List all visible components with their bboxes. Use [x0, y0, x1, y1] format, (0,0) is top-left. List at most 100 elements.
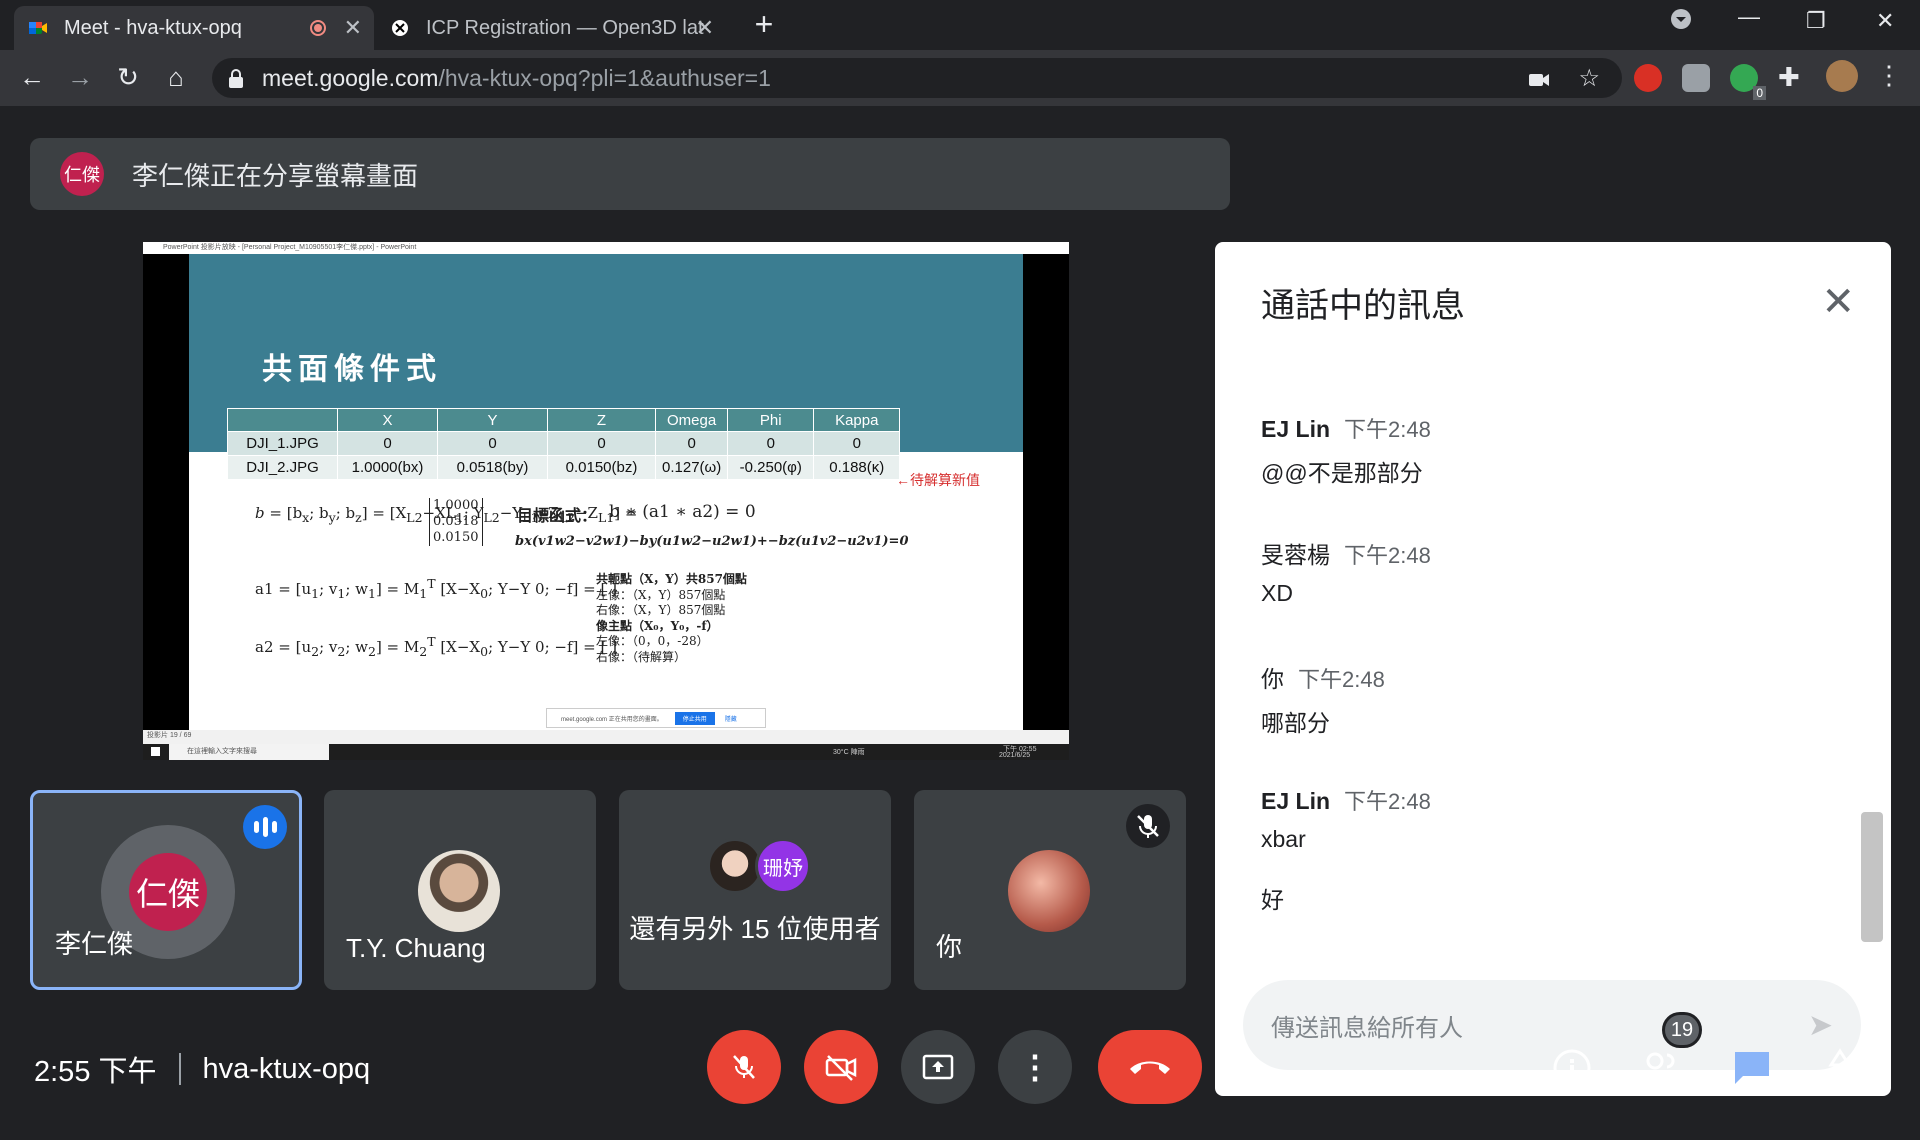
adblock-icon[interactable]	[1634, 64, 1662, 92]
presentation-banner-text: 李仁傑正在分享螢幕畫面	[132, 160, 419, 191]
chat-icon	[1735, 1052, 1769, 1084]
objective-label: 目標函式：	[517, 506, 598, 525]
url-host: meet.google.com	[262, 64, 439, 91]
presenter-avatar: 仁傑	[60, 152, 104, 196]
table-note: ←待解算新值	[896, 472, 980, 488]
message-sender: 旻蓉楊	[1261, 542, 1330, 568]
camera-icon[interactable]	[1528, 68, 1550, 95]
current-time: 2:55 下午	[34, 1056, 157, 1088]
table-cell: 0	[437, 431, 548, 456]
profile-avatar[interactable]	[1826, 60, 1858, 92]
b-value: 1.0000	[433, 498, 479, 513]
participant-name: 李仁傑	[55, 929, 134, 959]
home-icon[interactable]: ⌂	[160, 62, 192, 93]
google-meet-icon	[28, 18, 48, 38]
open3d-icon	[390, 18, 410, 38]
participant-tile-presenter[interactable]: 仁傑 李仁傑	[30, 790, 302, 990]
minimize-icon[interactable]: —	[1738, 4, 1760, 30]
browser-menu-icon[interactable]: ⋮	[1876, 60, 1904, 90]
recording-icon	[310, 20, 326, 36]
hide-button[interactable]: 隱藏	[725, 714, 737, 723]
participant-tile-others[interactable]: 珊妤 還有另外 15 位使用者	[619, 790, 891, 990]
table-header-row: X Y Z Omega Phi Kappa	[227, 408, 901, 432]
close-icon[interactable]: ✕	[1821, 282, 1855, 322]
people-button[interactable]	[1636, 1044, 1684, 1092]
close-window-icon[interactable]: ✕	[1876, 8, 1894, 34]
puzzle-extensions-icon[interactable]: ✚	[1778, 62, 1806, 92]
people-count-badge: 19	[1662, 1012, 1702, 1048]
message-text: 好	[1261, 887, 1284, 913]
close-tab-icon[interactable]: ✕	[344, 15, 362, 41]
note-line: 共軛點（X，Y）共857個點	[596, 572, 747, 586]
forward-icon[interactable]: →	[64, 62, 96, 93]
lock-icon	[228, 68, 244, 88]
chat-message: 旻蓉楊 下午2:48 XD	[1261, 536, 1431, 607]
chat-panel: 通話中的訊息 ✕ EJ Lin 下午2:48 @@不是那部分 旻蓉楊 下午2:48 …	[1215, 242, 1891, 1096]
tab-meet[interactable]: Meet - hva-ktux-opq ✕	[14, 6, 374, 50]
camera-toggle-button[interactable]	[804, 1030, 878, 1104]
share-notification-text: meet.google.com 正在共用您的畫面。	[561, 716, 663, 723]
activities-button[interactable]	[1816, 1044, 1864, 1092]
present-icon	[922, 1054, 954, 1080]
close-tab-icon[interactable]: ✕	[696, 15, 714, 41]
url-path: /hva-ktux-opq?pli=1&authuser=1	[438, 64, 771, 91]
message-text: xbar	[1261, 826, 1306, 852]
message-sender: EJ Lin	[1261, 788, 1331, 814]
windows-taskbar: 在這裡輸入文字來搜尋 30°C 陣雨 下午 02:55 2021/6/25	[143, 744, 1069, 760]
reload-icon[interactable]: ↻	[112, 62, 144, 93]
meeting-details-button[interactable]	[1548, 1044, 1596, 1092]
chat-extension-icon[interactable]	[1682, 64, 1710, 92]
meeting-code: hva-ktux-opq	[202, 1052, 371, 1085]
chat-button[interactable]	[1728, 1044, 1776, 1092]
table-cell: DJI_2.JPG	[227, 455, 338, 480]
taskbar-weather: 30°C 陣雨	[833, 749, 865, 756]
tab-title: Meet - hva-ktux-opq	[64, 16, 242, 39]
chat-input-placeholder: 傳送訊息給所有人	[1271, 1014, 1463, 1042]
present-screen-button[interactable]	[901, 1030, 975, 1104]
a1-equation: a1 = [u1; v1; w1] = M1T [X−X0; Y−Y 0; −f…	[255, 576, 617, 601]
presenter-avatar: 仁傑	[129, 853, 207, 931]
chat-scrollbar[interactable]	[1861, 812, 1883, 942]
table-cell: 0.188(κ)	[813, 455, 901, 480]
message-sender: EJ Lin	[1261, 416, 1331, 442]
address-bar[interactable]: meet.google.com/hva-ktux-opq?pli=1&authu…	[212, 58, 1622, 98]
more-options-button[interactable]: ⋮	[998, 1030, 1072, 1104]
table-cell: 0	[547, 431, 656, 456]
tab-search-icon[interactable]	[1670, 8, 1692, 36]
participant-tile-self[interactable]: 你	[914, 790, 1186, 990]
back-icon[interactable]: ←	[16, 62, 48, 93]
message-text: XD	[1261, 580, 1293, 606]
table-header: X	[337, 408, 438, 432]
participant-tile[interactable]: T.Y. Chuang	[324, 790, 596, 990]
microphone-toggle-button[interactable]	[707, 1030, 781, 1104]
stop-share-button[interactable]: 停止共用	[674, 711, 715, 725]
table-header	[227, 408, 338, 432]
chat-message: EJ Lin 下午2:48 @@不是那部分	[1261, 412, 1431, 488]
table-cell: 0.127(ω)	[654, 455, 729, 480]
send-icon[interactable]: ➤	[1808, 1008, 1833, 1043]
table-header: Omega	[654, 408, 729, 432]
tab-strip: Meet - hva-ktux-opq ✕ ICP Registration —…	[0, 0, 1920, 50]
leave-call-button[interactable]	[1098, 1030, 1202, 1104]
message-time: 下午2:48	[1344, 789, 1431, 814]
table-cell: 0	[813, 431, 901, 456]
table-row: DJI_2.JPG 1.0000(bx) 0.0518(by) 0.0150(b…	[227, 455, 901, 480]
note-line: 右像：（X，Y）857個點	[596, 603, 726, 617]
table-header: Phi	[727, 408, 815, 432]
note-line: 像主點（X₀，Y₀，-f）	[596, 618, 719, 633]
new-tab-button[interactable]: +	[746, 6, 782, 43]
tab-open3d[interactable]: ICP Registration — Open3D lat ✕	[376, 6, 726, 50]
taskbar-search-box: 在這裡輸入文字來搜尋	[169, 744, 329, 760]
hang-up-icon	[1130, 1061, 1170, 1074]
b-value: 0.0150	[433, 530, 479, 545]
muted-mic-icon	[1126, 804, 1170, 848]
shield-extension-icon[interactable]: 0	[1730, 64, 1766, 100]
bookmark-star-icon[interactable]: ☆	[1578, 64, 1600, 93]
table-cell: 0	[337, 431, 438, 456]
camera-off-icon	[825, 1055, 857, 1081]
people-icon	[1639, 1052, 1682, 1084]
a2-equation: a2 = [u2; v2; w2] = M2T [X−X0; Y−Y 0; −f…	[255, 634, 617, 659]
restore-icon[interactable]: ❐	[1806, 8, 1826, 34]
parameter-table: X Y Z Omega Phi Kappa DJI_1.JPG 0 0 0 0 …	[227, 408, 901, 480]
extension-badge: 0	[1753, 86, 1766, 100]
